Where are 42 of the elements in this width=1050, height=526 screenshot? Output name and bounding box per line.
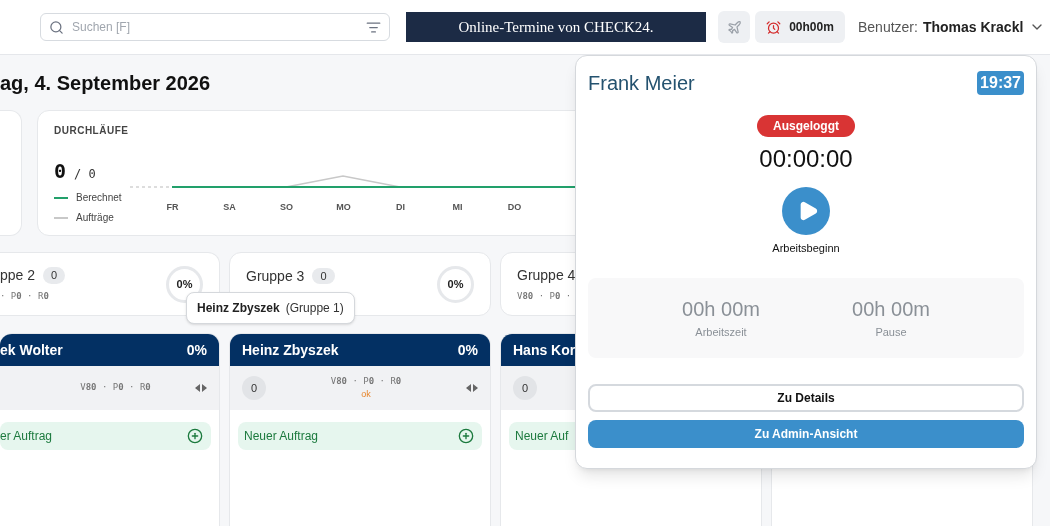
tooltip-group: (Gruppe 1) <box>285 299 344 317</box>
day-label: SA <box>223 201 236 214</box>
worker-name: Hans Kor <box>513 340 576 360</box>
total-label: Pause <box>875 325 907 341</box>
legend-label: Aufträge <box>76 211 114 225</box>
column-stats: V80 · P0 · R0 <box>330 374 402 388</box>
worker-name: ek Wolter <box>0 340 63 360</box>
day-label: MI <box>452 201 463 214</box>
card-title: DURCHLÄUFE <box>54 123 130 138</box>
worker-percent: 0% <box>186 340 207 360</box>
counter-badge: 0 <box>513 376 537 400</box>
group-stats: V80 · P0 · <box>517 289 573 303</box>
group-stats: · P0 · R0 <box>0 289 50 303</box>
legend-label: Berechnet <box>76 191 122 205</box>
counter-badge: 0 <box>242 376 266 400</box>
group-name: Gruppe 3 <box>246 266 305 286</box>
group-name: Gruppe 4 <box>517 265 576 285</box>
start-label: Arbeitsbeginn <box>772 241 840 256</box>
runs-count: 0 <box>54 158 67 185</box>
runs-total: / 0 <box>74 166 96 183</box>
status-text: ok <box>361 388 371 401</box>
day-label: DO <box>507 201 522 214</box>
group-count: 0 <box>43 267 66 284</box>
work-clock: 00:00:00 <box>759 144 853 174</box>
group-name: ppe 2 <box>0 265 36 285</box>
employee-name: Frank Meier <box>588 71 695 96</box>
status-badge: Ausgeloggt <box>757 115 855 137</box>
day-label: FR <box>166 201 179 214</box>
worker-percent: 0% <box>457 340 478 360</box>
total-label: Arbeitszeit <box>695 325 747 341</box>
day-label: MO <box>336 201 351 214</box>
worker-name: Heinz Zbyszek <box>242 340 339 360</box>
column-stats: V80 · P0 · R0 <box>80 381 151 395</box>
time-badge: 19:37 <box>977 71 1024 95</box>
progress-ring: 0% <box>437 265 474 303</box>
total-value: 00h 00m <box>682 297 760 323</box>
day-label: DI <box>396 201 405 214</box>
total-value: 00h 00m <box>852 297 930 323</box>
group-count: 0 <box>312 267 335 285</box>
user-label: Benutzer: <box>858 17 918 37</box>
day-label: SO <box>280 201 293 214</box>
date-title: ag, 4. September 2026 <box>0 70 211 96</box>
